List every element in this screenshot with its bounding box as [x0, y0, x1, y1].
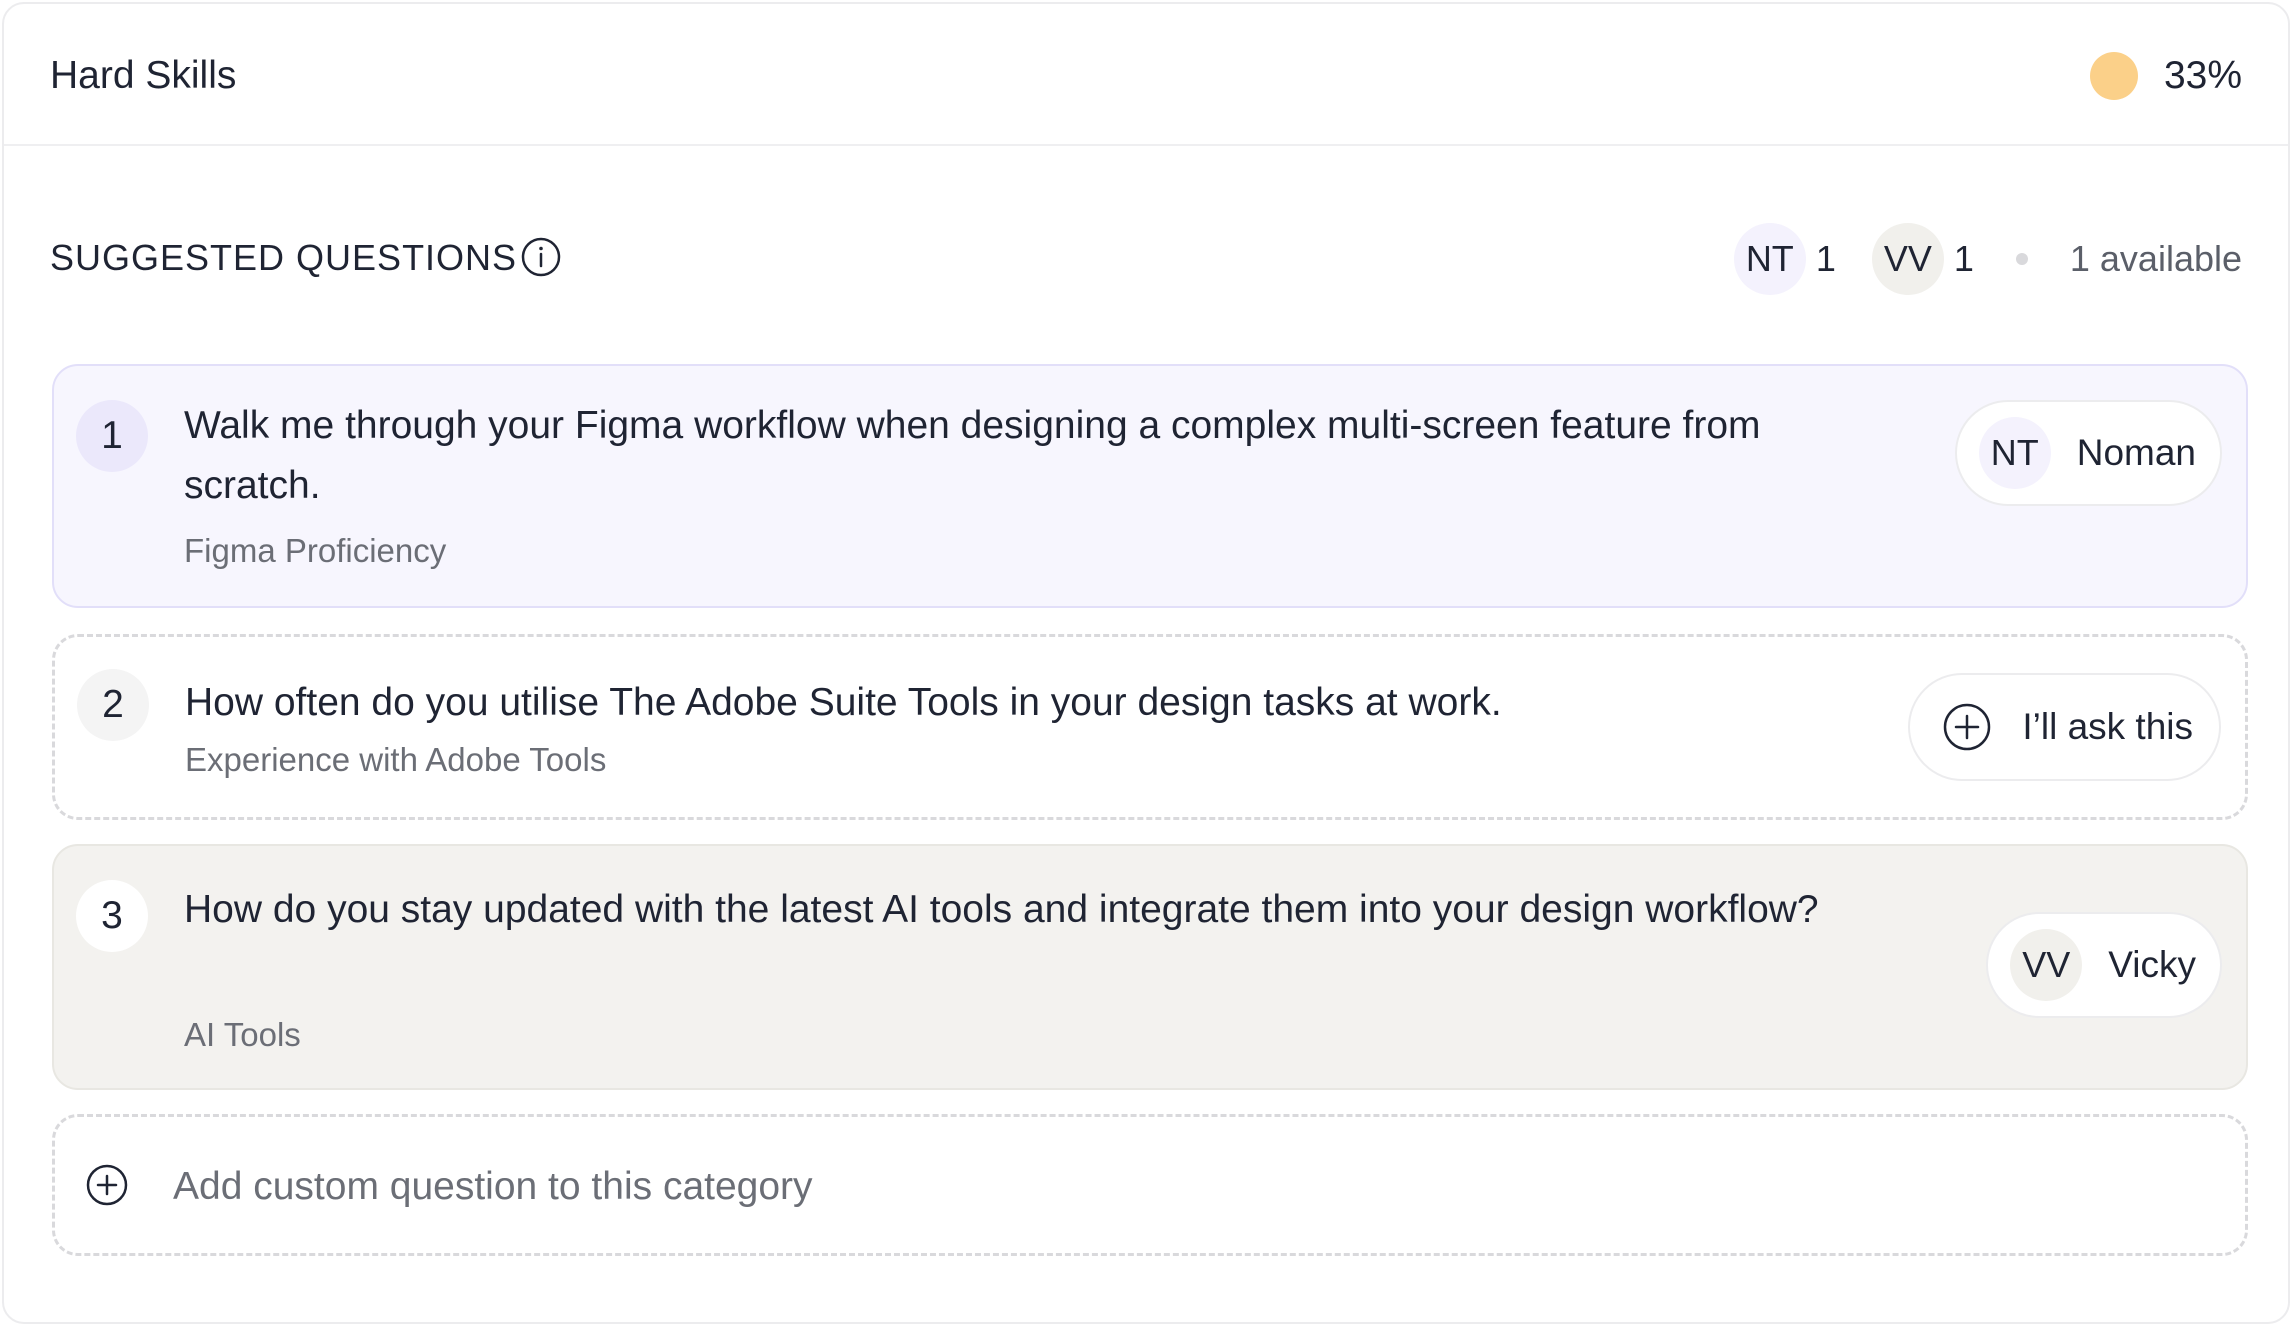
question-card[interactable]: 1 Walk me through your Figma workflow wh…: [52, 364, 2248, 608]
section-title: SUGGESTED QUESTIONS: [50, 237, 518, 278]
add-custom-question-label: Add custom question to this category: [173, 1165, 813, 1208]
info-icon[interactable]: [520, 236, 562, 278]
question-number: 2: [77, 669, 149, 741]
avatar: VV: [2010, 929, 2083, 1001]
category-header[interactable]: Hard Skills 33%: [4, 4, 2288, 146]
stat-count: 1: [1815, 238, 1836, 279]
assignee-name: Noman: [2076, 432, 2196, 473]
question-card[interactable]: 3 How do you stay updated with the lates…: [52, 844, 2248, 1090]
suggested-questions-header: SUGGESTED QUESTIONS NT 1 VV 1 1 availabl…: [50, 223, 2242, 295]
assignee-chip[interactable]: VV Vicky: [1986, 912, 2222, 1018]
available-count: 1 available: [2069, 238, 2242, 279]
stat-count: 1: [1953, 238, 1974, 279]
separator-dot: [2015, 253, 2028, 265]
plus-circle-icon: [1944, 703, 1991, 751]
progress-indicator: 33%: [2089, 52, 2242, 100]
progress-value: 33%: [2163, 54, 2242, 97]
assignment-stats: NT 1 VV 1 1 available: [1733, 223, 2242, 295]
avatar: NT: [1733, 223, 1806, 295]
question-text: Walk me through your Figma workflow when…: [184, 404, 1761, 507]
progress-dot: [2089, 52, 2138, 100]
hard-skills-card: Hard Skills 33% SUGGESTED QUESTIONS NT 1…: [2, 2, 2290, 1324]
assignee-chip[interactable]: NT Noman: [1954, 400, 2222, 506]
plus-circle-icon: [86, 1164, 128, 1206]
question-category: Figma Proficiency: [184, 532, 447, 569]
question-text: How do you stay updated with the latest …: [184, 888, 1819, 931]
ask-this-label: I’ll ask this: [2022, 706, 2193, 747]
avatar: NT: [1978, 417, 2051, 489]
avatar: VV: [1871, 223, 1944, 295]
question-category: AI Tools: [184, 1016, 301, 1053]
question-text: How often do you utilise The Adobe Suite…: [185, 681, 1502, 724]
question-number: 3: [76, 880, 148, 952]
assignee-name: Vicky: [2108, 944, 2196, 985]
question-card[interactable]: 2 How often do you utilise The Adobe Sui…: [52, 634, 2248, 820]
question-number: 1: [76, 400, 148, 472]
ask-this-button[interactable]: I’ll ask this: [1908, 673, 2221, 781]
question-category: Experience with Adobe Tools: [185, 741, 607, 778]
category-title: Hard Skills: [50, 54, 237, 97]
add-custom-question-button[interactable]: Add custom question to this category: [52, 1114, 2248, 1256]
